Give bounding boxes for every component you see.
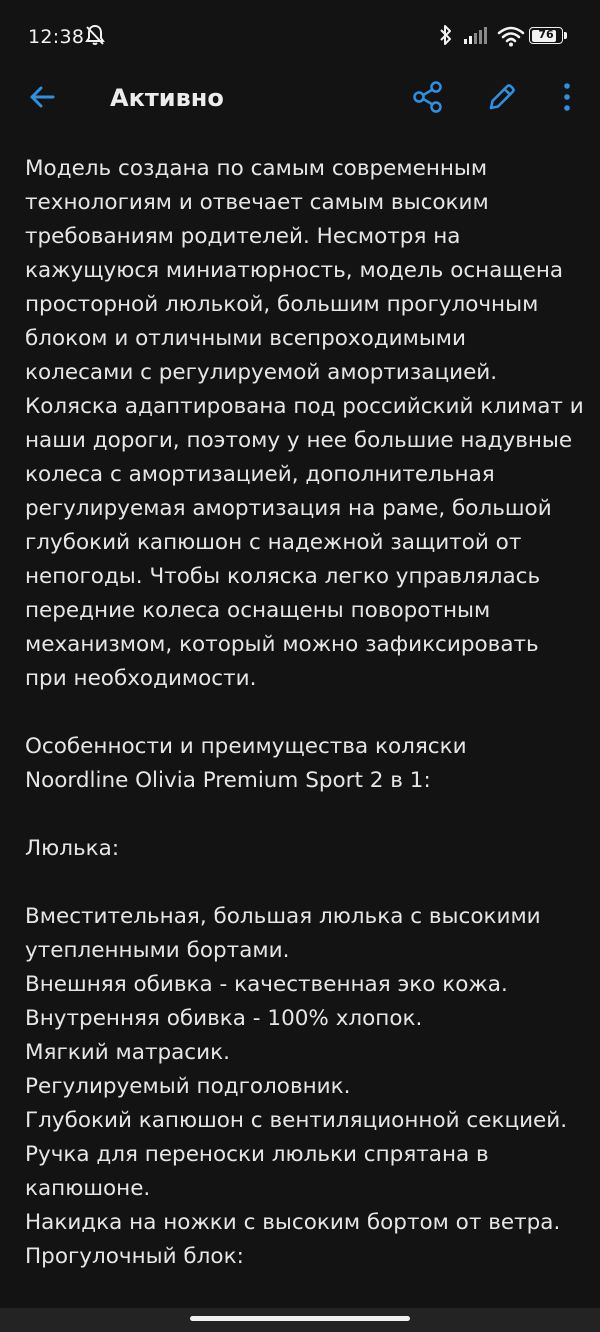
screen: 12:38 76 Активно Модель создана по самым… bbox=[0, 0, 600, 1332]
text-line: Коляска адаптирована под российский клим… bbox=[25, 394, 584, 419]
page-title: Активно bbox=[110, 84, 224, 112]
note-content[interactable]: Модель создана по самым современным техно… bbox=[25, 152, 585, 1274]
text-line: Регулируемый подголовник. bbox=[25, 1074, 351, 1099]
text-line: Особенности и преимущества коляски bbox=[25, 734, 467, 759]
text-line: при необходимости. bbox=[25, 666, 257, 691]
text-line: Вместительная, большая люлька с высокими bbox=[25, 904, 541, 929]
text-line: колесами с регулируемой амортизацией. bbox=[25, 360, 498, 385]
battery-icon: 76 bbox=[529, 27, 563, 44]
text-line: Внешняя обивка - качественная эко кожа. bbox=[25, 972, 508, 997]
text-line: просторной люлькой, большим прогулочным bbox=[25, 292, 539, 317]
home-gesture-handle[interactable] bbox=[190, 1316, 410, 1321]
pencil-icon bbox=[489, 84, 515, 110]
text-line: Люлька: bbox=[25, 836, 120, 861]
arrow-left-icon bbox=[30, 86, 55, 108]
text-line: Ручка для переноски люльки спрятана в bbox=[25, 1142, 489, 1167]
wifi-icon bbox=[497, 25, 525, 51]
bluetooth-icon bbox=[438, 24, 454, 50]
text-line: регулируемая амортизация на раме, большо… bbox=[25, 496, 552, 521]
battery-level: 76 bbox=[538, 28, 554, 41]
text-line: капюшоне. bbox=[25, 1176, 151, 1201]
more-button[interactable] bbox=[543, 73, 591, 121]
share-icon bbox=[413, 81, 442, 113]
more-vertical-icon bbox=[564, 83, 570, 111]
text-line: колеса с амортизацией, дополнительная bbox=[25, 462, 495, 487]
text-line: Накидка на ножки с высоким бортом от вет… bbox=[25, 1210, 561, 1235]
battery-nub bbox=[564, 32, 567, 39]
text-line: Noordline Olivia Premium Sport 2 в 1: bbox=[25, 768, 431, 793]
text-line: Глубокий капюшон с вентиляционной секцие… bbox=[25, 1108, 568, 1133]
text-line: непогоды. Чтобы коляска легко управлялас… bbox=[25, 564, 541, 589]
text-line: технологиям и отвечает самым высоким bbox=[25, 190, 489, 215]
text-line: Модель создана по самым современным bbox=[25, 156, 488, 181]
text-line: наши дороги, поэтому у нее большие надув… bbox=[25, 428, 573, 453]
text-line: Мягкий матрасик. bbox=[25, 1040, 230, 1065]
text-line: утепленными бортами. bbox=[25, 938, 290, 963]
text-line: глубокий капюшон с надежной защитой от bbox=[25, 530, 522, 555]
text-line: передние колеса оснащены поворотным bbox=[25, 598, 491, 623]
text-line: Внутренняя обивка - 100% хлопок. bbox=[25, 1006, 423, 1031]
share-button[interactable] bbox=[404, 73, 452, 121]
text-line: кажущуюся миниатюрность, модель оснащена bbox=[25, 258, 564, 283]
text-line: блоком и отличными всепроходимыми bbox=[25, 326, 466, 351]
text-line: Прогулочный блок: bbox=[25, 1244, 244, 1269]
app-bar: Активно bbox=[0, 56, 600, 140]
edit-button[interactable] bbox=[478, 73, 526, 121]
status-time: 12:38 bbox=[28, 26, 85, 48]
back-button[interactable] bbox=[18, 73, 66, 121]
signal-icon bbox=[464, 26, 490, 48]
dnd-off-icon bbox=[85, 24, 105, 50]
navigation-bar bbox=[0, 1308, 600, 1332]
text-line: требованиям родителей. Несмотря на bbox=[25, 224, 461, 249]
text-line: механизмом, который можно зафиксировать bbox=[25, 632, 539, 657]
status-bar: 12:38 76 bbox=[0, 0, 600, 56]
